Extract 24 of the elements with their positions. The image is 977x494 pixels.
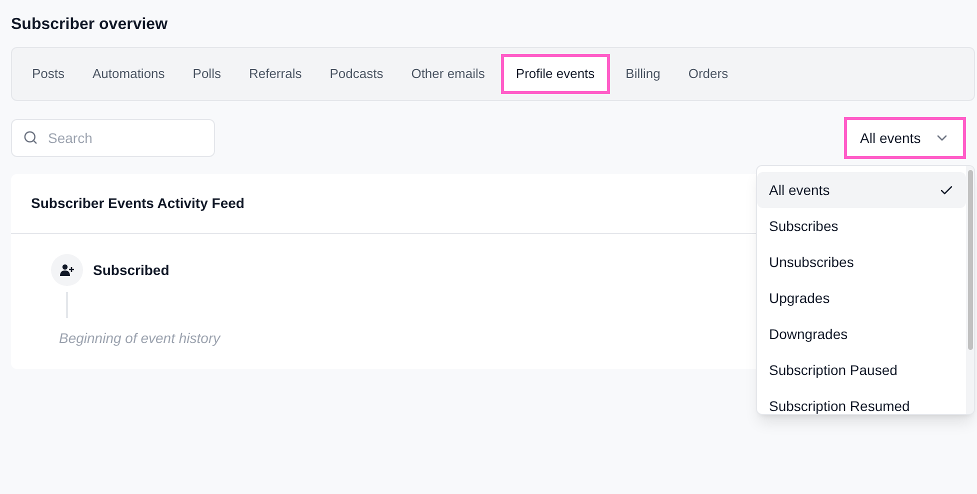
dropdown-option[interactable]: Subscription Paused xyxy=(757,352,966,388)
tab[interactable]: Billing xyxy=(614,54,672,94)
dropdown-option[interactable]: Downgrades xyxy=(757,316,966,352)
dropdown-option[interactable]: Subscribes xyxy=(757,208,966,244)
dropdown-option[interactable]: Upgrades xyxy=(757,280,966,316)
tab[interactable]: Referrals xyxy=(236,54,314,94)
tab[interactable]: Orders xyxy=(676,54,740,94)
tab[interactable]: Polls xyxy=(180,54,233,94)
search-icon xyxy=(23,130,38,145)
tab[interactable]: Automations xyxy=(80,54,177,94)
card-title: Subscriber Events Activity Feed xyxy=(31,194,244,213)
event-label: Subscribed xyxy=(93,260,170,280)
event-filter-select[interactable]: All events xyxy=(844,117,966,159)
search-field[interactable]: Search xyxy=(11,119,215,157)
dropdown-option[interactable]: Unsubscribes xyxy=(757,244,966,280)
tab[interactable]: Other emails xyxy=(399,54,497,94)
history-end-note: Beginning of event history xyxy=(59,329,220,348)
tab[interactable]: Profile events xyxy=(500,54,610,94)
tab[interactable]: Podcasts xyxy=(318,54,396,94)
page-title: Subscriber overview xyxy=(11,15,169,35)
dropdown-option[interactable]: Subscription Resumed xyxy=(757,388,966,414)
dropdown-option[interactable]: All events xyxy=(757,172,966,208)
tab[interactable]: Posts xyxy=(20,54,77,94)
user-plus-icon xyxy=(51,254,83,286)
